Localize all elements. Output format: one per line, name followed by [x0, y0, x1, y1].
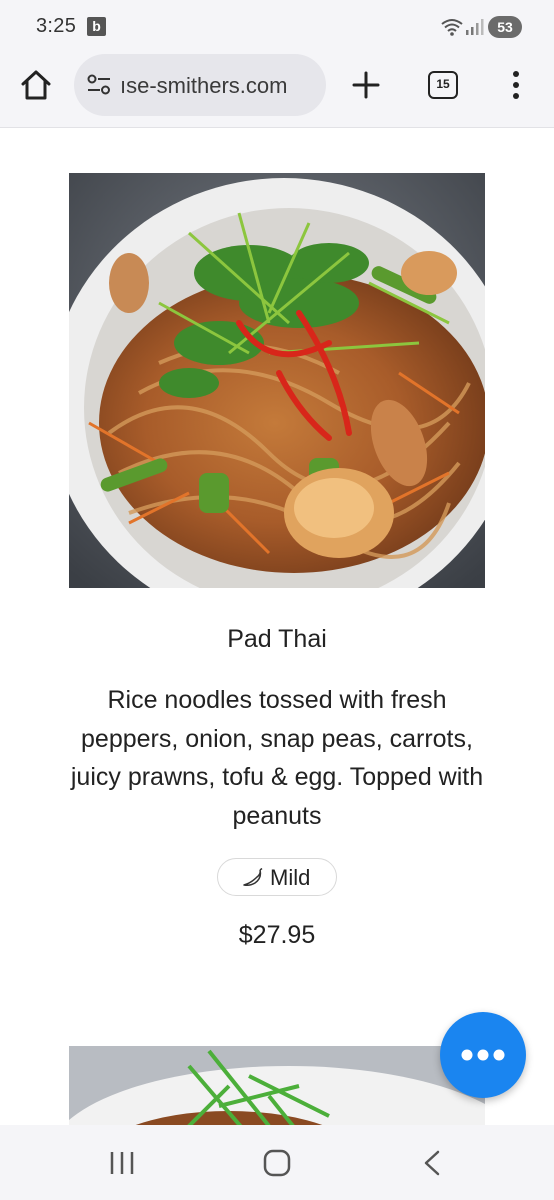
tune-icon[interactable] [86, 73, 112, 97]
plus-icon[interactable] [350, 69, 382, 101]
spice-level-badge: Mild [217, 858, 337, 896]
chat-dots-icon [461, 1049, 505, 1061]
home-icon[interactable] [18, 67, 54, 103]
browser-toolbar: ıse-smithers.com 15 [0, 52, 554, 128]
signal-icon [466, 19, 484, 35]
chat-button[interactable] [440, 1012, 526, 1098]
url-text[interactable]: ıse-smithers.com [120, 73, 320, 99]
notification-app-icon: b [87, 17, 106, 36]
status-bar: 3:25 b 53 [0, 0, 554, 52]
nav-home-icon[interactable] [262, 1148, 292, 1178]
dish-photo [69, 173, 485, 588]
address-bar[interactable]: ıse-smithers.com [74, 54, 326, 116]
dish-price: $27.95 [238, 921, 316, 949]
dish-name: Pad Thai [227, 625, 327, 653]
more-vert-icon[interactable] [504, 69, 528, 101]
dish-description: Rice noodles tossed with fresh peppers, … [70, 686, 484, 830]
next-dish-photo [69, 1046, 485, 1125]
wifi-icon [441, 19, 463, 36]
tab-switcher-button[interactable]: 15 [428, 71, 458, 99]
status-time: 3:25 [36, 15, 77, 37]
page-content: Pad Thai Rice noodles tossed with fresh … [0, 129, 554, 1125]
back-icon[interactable] [420, 1149, 444, 1177]
system-nav-bar [0, 1125, 554, 1200]
spice-level-label: Mild [270, 865, 311, 890]
battery-indicator: 53 [488, 16, 522, 38]
chili-pepper-icon [243, 868, 263, 886]
recents-icon[interactable] [108, 1149, 136, 1177]
